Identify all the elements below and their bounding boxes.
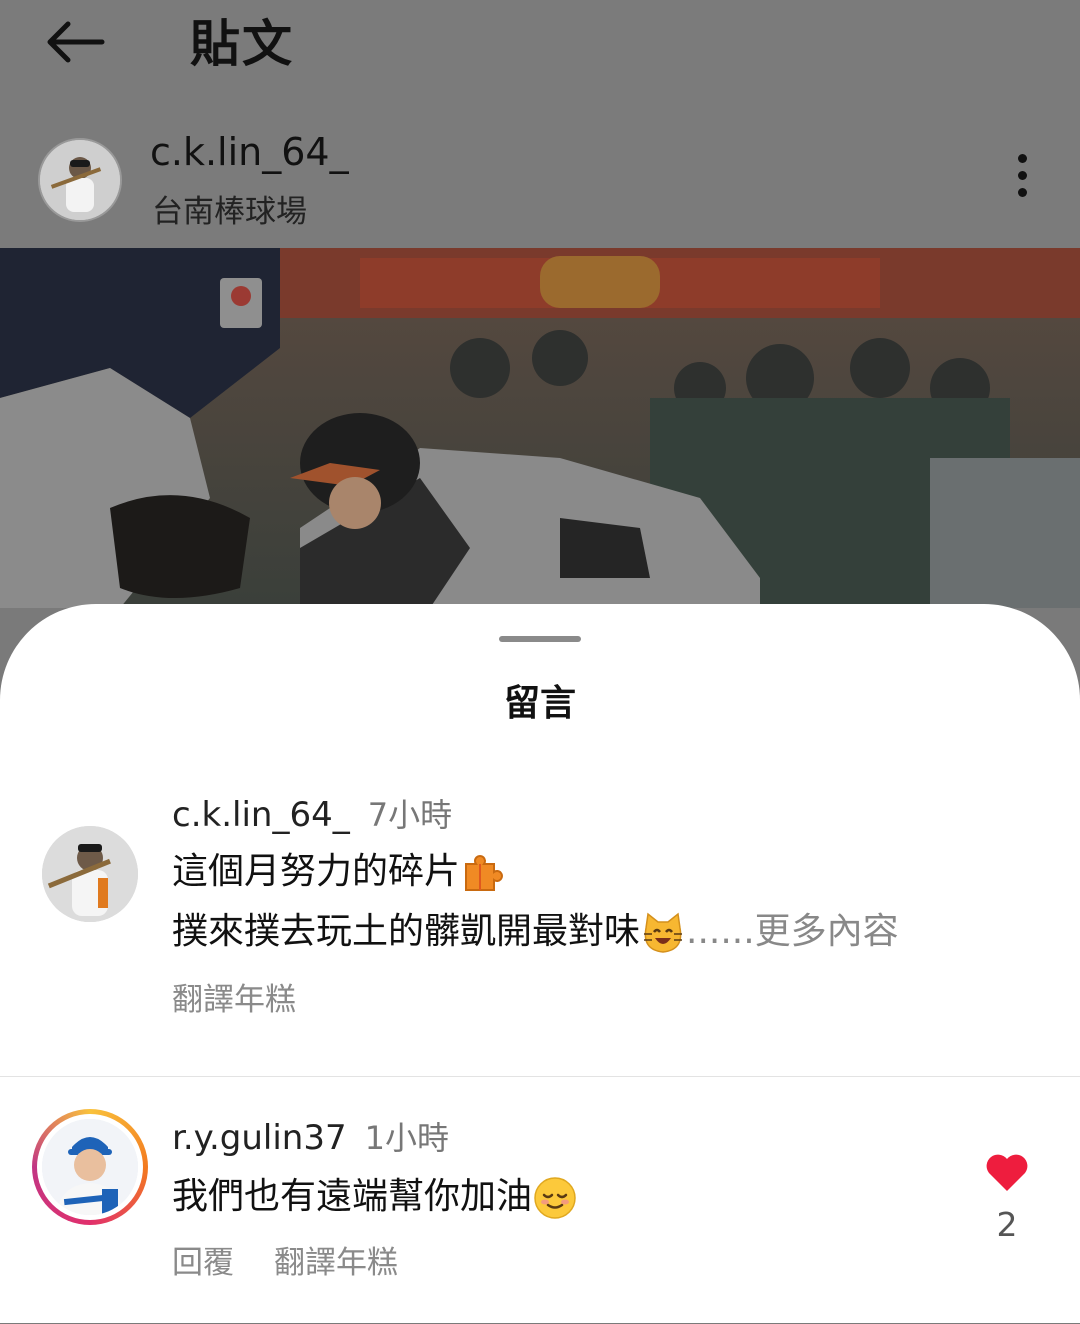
post-author-avatar[interactable] [38,138,122,222]
commenter-avatar[interactable] [42,826,138,922]
comment-time: 7小時 [367,796,453,834]
more-vertical-icon[interactable] [1006,154,1038,206]
translate-button[interactable]: 翻譯年糕 [274,1245,398,1281]
like-count: 2 [996,1205,1018,1244]
comment-text: 這個月努力的碎片 撲來撲去玩土的髒凱開最對味 ......更多內容 [172,842,899,962]
reply-button[interactable]: 回覆 [172,1245,234,1281]
comment-body: 我們也有遠端幫你加油 [172,1176,533,1217]
comment-username[interactable]: r.y.gulin37 [172,1118,347,1158]
comment-username[interactable]: c.k.lin_64_ [172,795,350,835]
post-location[interactable]: 台南棒球場 [152,186,307,231]
page-title: 貼文 [190,15,294,73]
top-bar: 貼文 c.k.lin_64_ 台南棒球場 [0,0,1080,248]
back-arrow-icon[interactable] [40,14,110,70]
more-content-link[interactable]: ......更多內容 [686,911,899,952]
comments-sheet: 留言 c.k.lin_64_ 7小時 這個月努力的碎片 撲來撲去玩土的髒凱開最對味… [0,604,1080,1323]
comment-time: 1小時 [364,1119,449,1157]
translate-button[interactable]: 翻譯年糕 [172,982,296,1018]
smiling-cat-icon [640,910,686,956]
sheet-title: 留言 [503,683,576,724]
commenter-avatar[interactable] [42,1119,138,1215]
post-author-username[interactable]: c.k.lin_64_ [150,130,349,174]
comment-line-2: 撲來撲去玩土的髒凱開最對味 [172,911,641,952]
heart-icon[interactable] [984,1151,1030,1193]
relieved-face-icon [532,1175,578,1221]
comment-item: r.y.gulin37 1小時 我們也有遠端幫你加油 回覆 翻譯年糕 2 [0,1076,1080,1324]
post-photo [0,248,1080,608]
drag-handle[interactable] [499,636,581,642]
puzzle-piece-icon [460,850,506,896]
comment-line-1: 這個月努力的碎片 [172,851,461,892]
comment-text: 我們也有遠端幫你加油 [172,1167,578,1227]
